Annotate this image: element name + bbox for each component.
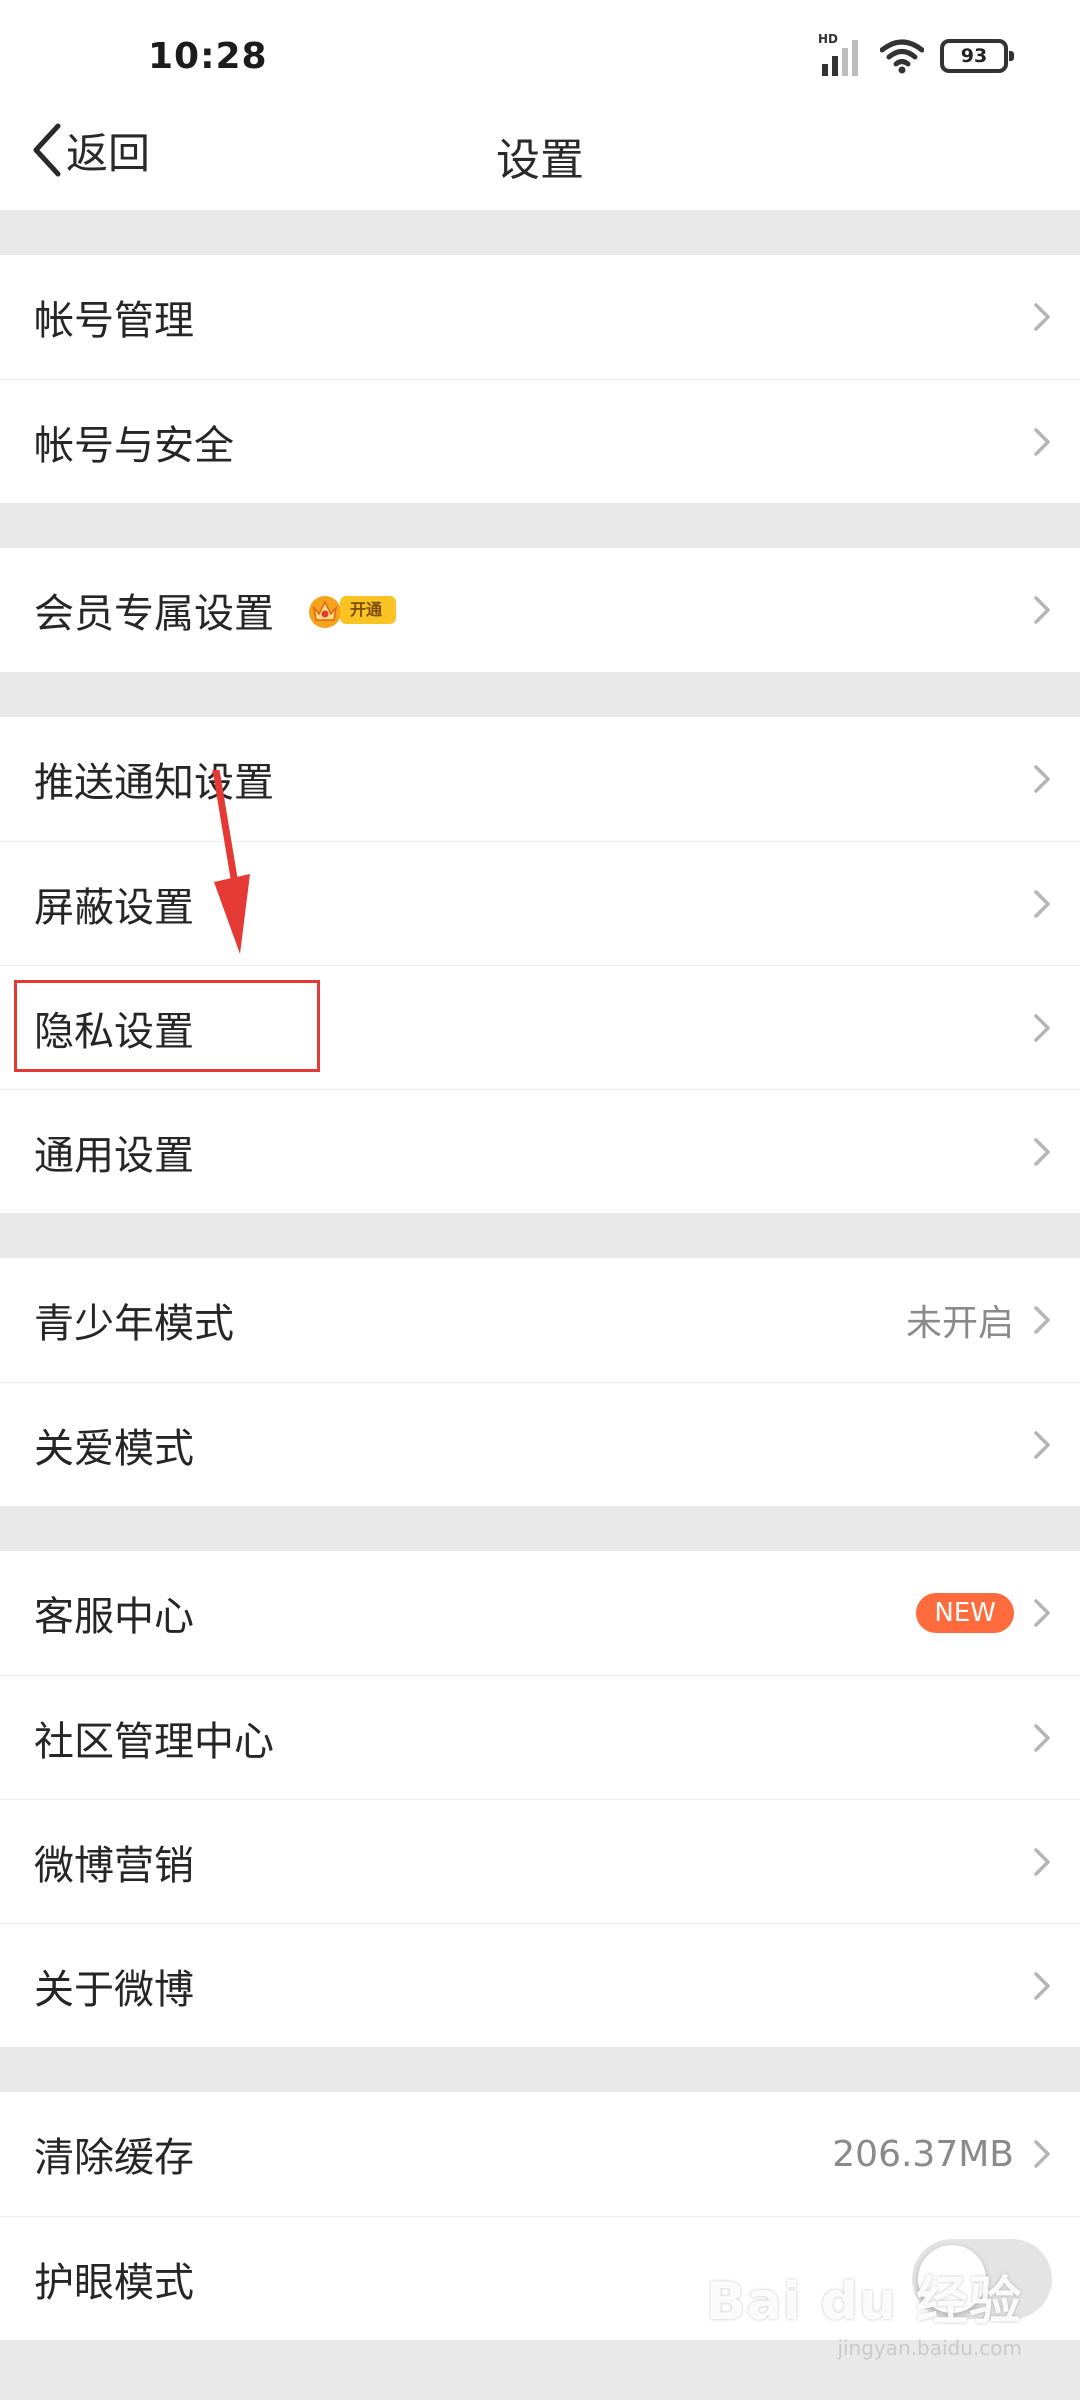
chevron-right-icon xyxy=(1034,427,1050,456)
settings-row-eye-care-mode: 护眼模式 xyxy=(0,2216,1080,2340)
settings-row-care-mode[interactable]: 关爱模式 xyxy=(0,1382,1080,1506)
cache-size: 206.37MB xyxy=(832,2133,1014,2175)
settings-row-teen-mode[interactable]: 青少年模式 未开启 xyxy=(0,1258,1080,1382)
row-label: 关爱模式 xyxy=(34,1425,194,1472)
row-label: 会员专属设置 xyxy=(34,591,274,637)
row-label: 帐号与安全 xyxy=(34,422,234,469)
section-gap xyxy=(0,1213,1080,1258)
row-label: 帐号管理 xyxy=(34,298,194,344)
row-label: 微博营销 xyxy=(34,1842,194,1889)
settings-row-privacy-settings[interactable]: 隐私设置 xyxy=(0,965,1080,1089)
row-label: 青少年模式 xyxy=(34,1301,234,1347)
wifi-icon xyxy=(880,39,924,74)
settings-row-customer-service[interactable]: 客服中心 NEW xyxy=(0,1551,1080,1675)
chevron-right-icon xyxy=(1034,2140,1050,2168)
section-gap xyxy=(0,1506,1080,1551)
row-label: 社区管理中心 xyxy=(34,1718,274,1765)
settings-list: 帐号管理 帐号与安全 会员专属设置 开通 推送通知设置 屏蔽设置 隐私设置 通用… xyxy=(0,210,1080,2385)
section-gap xyxy=(0,2047,1080,2092)
row-label: 关于微博 xyxy=(34,1966,194,2013)
status-icons: HD 93 xyxy=(818,32,1014,78)
section-gap xyxy=(0,210,1080,255)
settings-row-clear-cache[interactable]: 清除缓存 206.37MB xyxy=(0,2092,1080,2216)
settings-row-account-security[interactable]: 帐号与安全 xyxy=(0,379,1080,503)
section-gap xyxy=(0,2340,1080,2385)
nav-bar: 返回 设置 xyxy=(0,96,1080,210)
row-label: 清除缓存 xyxy=(34,2135,194,2181)
row-label: 屏蔽设置 xyxy=(34,884,194,931)
chevron-right-icon xyxy=(1034,596,1050,624)
cellular-signal-icon: HD xyxy=(818,32,864,76)
toggle-knob xyxy=(918,2244,986,2313)
vip-open-badge[interactable]: 开通 xyxy=(306,590,397,630)
teen-mode-status: 未开启 xyxy=(905,1303,1014,1344)
eye-care-toggle[interactable] xyxy=(912,2238,1052,2319)
chevron-right-icon xyxy=(1034,1013,1050,1042)
settings-row-weibo-marketing[interactable]: 微博营销 xyxy=(0,1799,1080,1923)
chevron-right-icon xyxy=(1034,1137,1050,1166)
status-time: 10:28 xyxy=(148,36,268,77)
chevron-right-icon xyxy=(1034,1847,1050,1876)
chevron-right-icon xyxy=(1034,1430,1050,1459)
settings-row-about-weibo[interactable]: 关于微博 xyxy=(0,1923,1080,2047)
settings-row-vip-settings[interactable]: 会员专属设置 开通 xyxy=(0,548,1080,672)
crown-icon xyxy=(309,596,341,628)
section-gap xyxy=(0,503,1080,548)
row-label: 隐私设置 xyxy=(34,1008,194,1055)
page-title: 设置 xyxy=(496,135,584,186)
settings-row-push-notifications[interactable]: 推送通知设置 xyxy=(0,717,1080,841)
row-label: 护眼模式 xyxy=(34,2259,194,2306)
new-badge: NEW xyxy=(916,1593,1014,1633)
chevron-right-icon xyxy=(1034,765,1050,793)
chevron-right-icon xyxy=(1034,303,1050,331)
chevron-right-icon xyxy=(1034,889,1050,918)
settings-row-community-management[interactable]: 社区管理中心 xyxy=(0,1675,1080,1799)
row-label: 推送通知设置 xyxy=(34,760,274,806)
row-label: 客服中心 xyxy=(34,1594,194,1640)
row-label: 通用设置 xyxy=(34,1132,194,1179)
chevron-right-icon xyxy=(1034,1723,1050,1752)
vip-badge-label: 开通 xyxy=(340,596,397,624)
settings-row-block-settings[interactable]: 屏蔽设置 xyxy=(0,841,1080,965)
section-gap xyxy=(0,672,1080,717)
settings-row-general-settings[interactable]: 通用设置 xyxy=(0,1089,1080,1213)
settings-row-account-management[interactable]: 帐号管理 xyxy=(0,255,1080,379)
battery-level: 93 xyxy=(960,45,988,67)
chevron-right-icon xyxy=(1034,1306,1050,1334)
chevron-right-icon xyxy=(1034,1971,1050,2000)
battery-icon: 93 xyxy=(940,39,1014,73)
chevron-right-icon xyxy=(1034,1599,1050,1627)
